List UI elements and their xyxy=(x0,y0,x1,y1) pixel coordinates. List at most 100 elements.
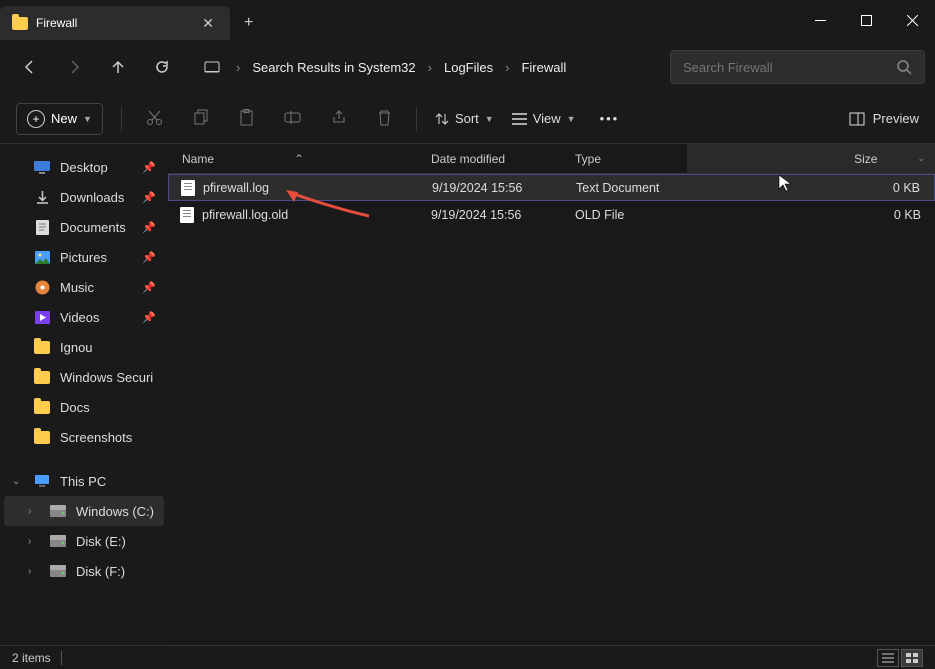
icons-view-button[interactable] xyxy=(901,649,923,667)
file-type: OLD File xyxy=(567,208,687,222)
column-headers: Name⌃ Date modified Type Size⌄ xyxy=(168,144,935,174)
back-button[interactable] xyxy=(10,49,50,85)
sidebar-item-screenshots[interactable]: Screenshots xyxy=(4,422,164,452)
sidebar-item-documents[interactable]: Documents 📌 xyxy=(4,212,164,242)
sidebar-label: Docs xyxy=(60,400,90,415)
new-label: New xyxy=(51,111,77,126)
search-box[interactable] xyxy=(670,50,925,84)
location-icon[interactable] xyxy=(192,49,232,85)
folder-icon xyxy=(34,339,50,355)
folder-icon xyxy=(34,429,50,445)
toolbar: + New ▼ Sort ▼ View ▼ ••• Preview xyxy=(0,94,935,144)
pc-icon xyxy=(34,473,50,489)
view-button[interactable]: View ▼ xyxy=(512,111,576,126)
item-count: 2 items xyxy=(12,651,51,665)
sidebar-item-desktop[interactable]: Desktop 📌 xyxy=(4,152,164,182)
column-name[interactable]: Name⌃ xyxy=(168,152,423,166)
sidebar-label: Windows Securi xyxy=(60,370,153,385)
table-row[interactable]: pfirewall.log.old9/19/2024 15:56OLD File… xyxy=(168,201,935,228)
rename-icon[interactable] xyxy=(278,104,307,134)
view-icon xyxy=(512,113,527,125)
share-icon[interactable] xyxy=(325,103,353,134)
drive-icon xyxy=(50,533,66,549)
file-type: Text Document xyxy=(568,181,688,195)
sidebar-label: Desktop xyxy=(60,160,108,175)
more-button[interactable]: ••• xyxy=(594,105,626,132)
chevron-right-icon: › xyxy=(28,506,40,517)
sidebar: Desktop📌Downloads📌Documents📌Pictures📌Mus… xyxy=(0,144,168,645)
pin-icon: 📌 xyxy=(142,221,156,234)
paste-icon[interactable] xyxy=(233,103,260,135)
tab-firewall[interactable]: Firewall ✕ xyxy=(0,6,230,40)
chevron-right-icon: › xyxy=(503,60,511,75)
breadcrumb-item[interactable]: LogFiles xyxy=(436,54,501,81)
close-tab-icon[interactable]: ✕ xyxy=(198,15,218,32)
file-name: pfirewall.log xyxy=(203,181,269,195)
view-toggles xyxy=(877,649,923,667)
sidebar-label: Disk (F:) xyxy=(76,564,125,579)
sidebar-label: Disk (E:) xyxy=(76,534,126,549)
navbar: › Search Results in System32 › LogFiles … xyxy=(0,40,935,94)
delete-icon[interactable] xyxy=(371,103,398,135)
sidebar-item-videos[interactable]: Videos 📌 xyxy=(4,302,164,332)
close-button[interactable] xyxy=(889,0,935,40)
pin-icon: 📌 xyxy=(142,251,156,264)
preview-label: Preview xyxy=(873,111,919,126)
sidebar-label: Pictures xyxy=(60,250,107,265)
sidebar-label: Videos xyxy=(60,310,100,325)
sidebar-item-downloads[interactable]: Downloads📌 xyxy=(4,182,164,212)
chevron-down-icon: ▼ xyxy=(485,114,494,124)
sort-button[interactable]: Sort ▼ xyxy=(435,111,494,126)
cut-icon[interactable] xyxy=(140,103,169,135)
sort-indicator-icon: ⌃ xyxy=(294,152,304,166)
statusbar: 2 items xyxy=(0,645,935,669)
sidebar-item-docs[interactable]: Docs xyxy=(4,392,164,422)
folder-icon xyxy=(12,17,28,30)
column-date[interactable]: Date modified xyxy=(423,152,567,166)
column-type[interactable]: Type xyxy=(567,152,687,166)
breadcrumb-item[interactable]: Firewall xyxy=(513,54,574,81)
sidebar-item-ignou[interactable]: Ignou xyxy=(4,332,164,362)
window-controls xyxy=(797,0,935,40)
new-button[interactable]: + New ▼ xyxy=(16,103,103,135)
up-button[interactable] xyxy=(98,49,138,85)
file-size: 0 KB xyxy=(687,208,935,222)
divider xyxy=(61,651,62,665)
forward-button[interactable] xyxy=(54,49,94,85)
preview-button[interactable]: Preview xyxy=(849,111,919,126)
sidebar-label: Music xyxy=(60,280,94,295)
desktop-icon xyxy=(34,159,50,175)
minimize-button[interactable] xyxy=(797,0,843,40)
sidebar-item-music[interactable]: Music📌 xyxy=(4,272,164,302)
file-size: 0 KB xyxy=(688,181,934,195)
copy-icon[interactable] xyxy=(187,103,215,135)
sidebar-label: Documents xyxy=(60,220,126,235)
sidebar-item-pictures[interactable]: Pictures 📌 xyxy=(4,242,164,272)
pin-icon: 📌 xyxy=(142,191,156,204)
pin-icon: 📌 xyxy=(142,311,156,324)
refresh-button[interactable] xyxy=(142,49,182,85)
sidebar-item-drive[interactable]: ›Disk (F:) xyxy=(4,556,164,586)
chevron-down-icon: ▼ xyxy=(567,114,576,124)
sort-icon xyxy=(435,112,449,126)
videos-icon xyxy=(34,309,50,325)
sidebar-item-windows-securi[interactable]: Windows Securi xyxy=(4,362,164,392)
sidebar-item-thispc[interactable]: ⌄ This PC xyxy=(4,466,164,496)
column-size[interactable]: Size⌄ xyxy=(687,144,935,173)
table-row[interactable]: pfirewall.log9/19/2024 15:56Text Documen… xyxy=(168,174,935,201)
chevron-down-icon: ⌄ xyxy=(917,153,925,164)
file-icon xyxy=(180,207,194,223)
new-tab-button[interactable]: + xyxy=(230,14,267,32)
file-name: pfirewall.log.old xyxy=(202,208,288,222)
pictures-icon xyxy=(34,249,50,265)
divider xyxy=(416,107,417,131)
breadcrumb-item[interactable]: Search Results in System32 xyxy=(244,54,423,81)
sidebar-label: This PC xyxy=(60,474,106,489)
pin-icon: 📌 xyxy=(142,161,156,174)
maximize-button[interactable] xyxy=(843,0,889,40)
breadcrumb[interactable]: › Search Results in System32 › LogFiles … xyxy=(192,49,658,85)
sidebar-item-drive[interactable]: ›Disk (E:) xyxy=(4,526,164,556)
search-input[interactable] xyxy=(683,60,887,75)
details-view-button[interactable] xyxy=(877,649,899,667)
sidebar-item-drive[interactable]: ›Windows (C:) xyxy=(4,496,164,526)
